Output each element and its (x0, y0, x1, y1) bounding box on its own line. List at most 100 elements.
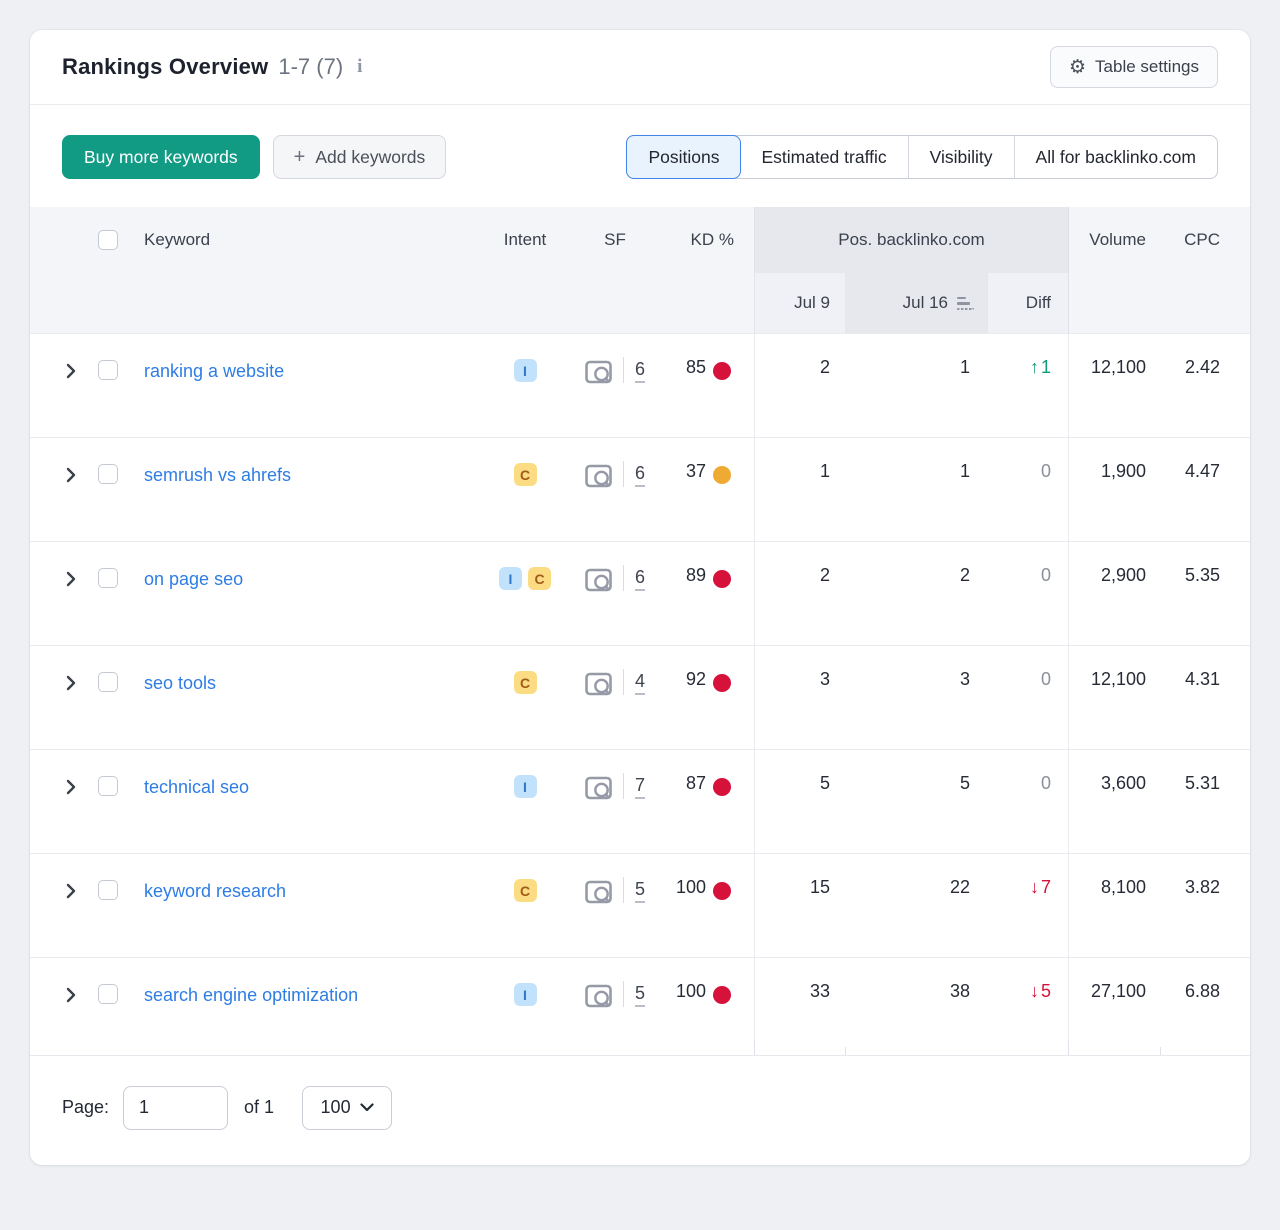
intent-badge-commercial: C (514, 671, 537, 694)
intent-badges: I (475, 958, 575, 1041)
table-body: ranking a website I 6 85 2 1 (30, 333, 1250, 1041)
kd-difficulty-dot (713, 986, 731, 1004)
col-kd[interactable]: KD % (655, 207, 754, 273)
expand-chevron-icon[interactable] (66, 773, 82, 801)
row-checkbox[interactable] (98, 464, 118, 484)
keyword-link[interactable]: search engine optimization (144, 981, 358, 1009)
tab-positions[interactable]: Positions (626, 135, 741, 179)
col-date-jul16[interactable]: Jul 16 (845, 273, 987, 333)
expand-chevron-icon[interactable] (66, 669, 82, 697)
kd-value: 100 (676, 877, 706, 898)
sort-descending-icon (957, 297, 974, 310)
add-keywords-button[interactable]: + Add keywords (273, 135, 447, 179)
row-checkbox[interactable] (98, 672, 118, 692)
serp-features-icon[interactable] (585, 984, 612, 1013)
sf-count-link[interactable]: 6 (635, 357, 645, 383)
chevron-down-icon (360, 1103, 374, 1112)
position-jul9: 2 (754, 334, 845, 437)
volume-value: 12,100 (1068, 646, 1160, 749)
keyword-link[interactable]: seo tools (144, 669, 216, 697)
position-jul16: 3 (845, 646, 987, 749)
col-keyword[interactable]: Keyword (144, 230, 210, 250)
per-page-value: 100 (321, 1097, 351, 1118)
serp-features-icon[interactable] (585, 776, 612, 805)
position-jul9: 3 (754, 646, 845, 749)
sf-count-link[interactable]: 7 (635, 773, 645, 799)
row-checkbox[interactable] (98, 776, 118, 796)
intent-badge-commercial: C (514, 463, 537, 486)
serp-features-icon[interactable] (585, 880, 612, 909)
info-icon[interactable]: i (357, 56, 362, 78)
page-input[interactable] (123, 1086, 228, 1130)
row-checkbox[interactable] (98, 360, 118, 380)
keyword-link[interactable]: on page seo (144, 565, 243, 593)
col-sf[interactable]: SF (575, 207, 655, 273)
serp-features-icon[interactable] (585, 464, 612, 493)
position-jul9: 5 (754, 750, 845, 853)
gear-icon: ⚙ (1069, 58, 1086, 77)
sf-count-link[interactable]: 6 (635, 461, 645, 487)
position-jul9: 2 (754, 542, 845, 645)
cpc-value: 6.88 (1160, 958, 1250, 1041)
cpc-value: 4.31 (1160, 646, 1250, 749)
cpc-value: 5.35 (1160, 542, 1250, 645)
tab-all-for-backlinko-com[interactable]: All for backlinko.com (1015, 136, 1217, 178)
position-diff: ↓5 (987, 958, 1068, 1041)
kd-difficulty-dot (713, 362, 731, 380)
serp-features-icon[interactable] (585, 568, 612, 597)
position-jul16: 38 (845, 958, 987, 1041)
expand-chevron-icon[interactable] (66, 357, 82, 385)
position-diff: 0 (987, 438, 1068, 541)
table-row: search engine optimization I 5 100 33 (30, 957, 1250, 1041)
select-all-checkbox[interactable] (98, 230, 118, 250)
tab-estimated-traffic[interactable]: Estimated traffic (740, 136, 908, 178)
row-checkbox[interactable] (98, 568, 118, 588)
position-jul16: 22 (845, 854, 987, 957)
intent-badge-informational: I (514, 983, 537, 1006)
col-date-jul9[interactable]: Jul 9 (754, 273, 845, 333)
table-settings-button[interactable]: ⚙ Table settings (1050, 46, 1218, 88)
position-diff: 0 (987, 646, 1068, 749)
view-tabs: PositionsEstimated trafficVisibilityAll … (626, 135, 1218, 179)
table-row: keyword research C 5 100 15 22 (30, 853, 1250, 957)
volume-value: 8,100 (1068, 854, 1160, 957)
col-diff[interactable]: Diff (987, 273, 1068, 333)
col-volume[interactable]: Volume (1068, 207, 1160, 273)
diff-arrow-down-icon: ↓ (1030, 981, 1039, 1001)
sf-count-link[interactable]: 4 (635, 669, 645, 695)
buy-more-keywords-button[interactable]: Buy more keywords (62, 135, 260, 179)
kd-difficulty-dot (713, 882, 731, 900)
row-checkbox[interactable] (98, 880, 118, 900)
keyword-link[interactable]: technical seo (144, 773, 249, 801)
sf-count-link[interactable]: 5 (635, 877, 645, 903)
header-keyword-cell: Keyword (30, 207, 475, 273)
kd-value: 85 (686, 357, 706, 378)
col-cpc[interactable]: CPC (1160, 207, 1250, 273)
results-range: 1-7 (7) (278, 54, 343, 80)
keyword-link[interactable]: semrush vs ahrefs (144, 461, 291, 489)
keyword-link[interactable]: keyword research (144, 877, 286, 905)
tab-visibility[interactable]: Visibility (909, 136, 1015, 178)
plus-icon: + (294, 147, 306, 167)
keyword-link[interactable]: ranking a website (144, 357, 284, 385)
position-diff: ↓7 (987, 854, 1068, 957)
kd-value: 89 (686, 565, 706, 586)
sf-count-link[interactable]: 6 (635, 565, 645, 591)
per-page-select[interactable]: 100 (302, 1086, 392, 1130)
position-jul16: 2 (845, 542, 987, 645)
sf-count-link[interactable]: 5 (635, 981, 645, 1007)
expand-chevron-icon[interactable] (66, 565, 82, 593)
col-intent[interactable]: Intent (475, 207, 575, 273)
row-checkbox[interactable] (98, 984, 118, 1004)
intent-badges: IC (475, 542, 575, 645)
cpc-value: 5.31 (1160, 750, 1250, 853)
serp-features-icon[interactable] (585, 360, 612, 389)
intent-badge-informational: I (514, 359, 537, 382)
intent-badges: C (475, 854, 575, 957)
expand-chevron-icon[interactable] (66, 981, 82, 1009)
page-title: Rankings Overview (62, 54, 268, 80)
expand-chevron-icon[interactable] (66, 461, 82, 489)
serp-features-icon[interactable] (585, 672, 612, 701)
rankings-overview-card: Rankings Overview 1-7 (7) i ⚙ Table sett… (30, 30, 1250, 1165)
expand-chevron-icon[interactable] (66, 877, 82, 905)
